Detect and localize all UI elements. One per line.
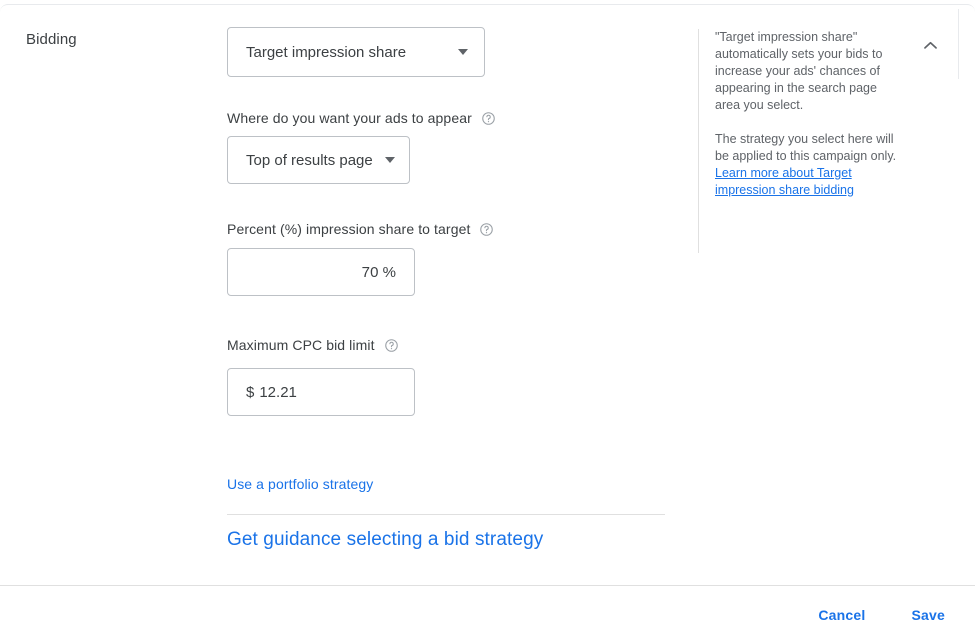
help-circle-icon[interactable] <box>479 222 494 237</box>
cancel-button[interactable]: Cancel <box>810 601 873 629</box>
impression-share-value: 70 <box>362 264 379 281</box>
learn-more-link[interactable]: Learn more about Target impression share… <box>715 165 875 199</box>
bidding-card: Bidding Target impression share Where do… <box>0 4 975 629</box>
ad-location-select[interactable]: Top of results page <box>227 136 410 184</box>
ad-location-label: Where do you want your ads to appear <box>227 110 472 126</box>
bid-strategy-select[interactable]: Target impression share <box>227 27 485 77</box>
footer-actions: Cancel Save <box>810 601 953 629</box>
help-circle-icon[interactable] <box>481 111 496 126</box>
footer-divider <box>0 585 975 586</box>
bid-strategy-value: Target impression share <box>246 44 406 61</box>
max-cpc-value: 12.21 <box>259 384 297 401</box>
info-paragraph-1: "Target impression share" automatically … <box>715 29 900 114</box>
info-paragraph-2: The strategy you select here will be app… <box>715 131 900 165</box>
use-portfolio-strategy-link[interactable]: Use a portfolio strategy <box>227 476 373 492</box>
max-cpc-label-row: Maximum CPC bid limit <box>227 337 399 353</box>
bidding-settings-screen: Bidding Target impression share Where do… <box>0 0 975 629</box>
currency-prefix: $ <box>246 384 254 401</box>
impression-share-input[interactable]: 70 % <box>227 248 415 296</box>
impression-share-label-row: Percent (%) impression share to target <box>227 221 494 237</box>
max-cpc-label: Maximum CPC bid limit <box>227 337 375 353</box>
impression-share-label: Percent (%) impression share to target <box>227 221 470 237</box>
collapse-panel-button[interactable] <box>916 31 944 59</box>
panel-right-edge <box>958 9 959 79</box>
section-divider <box>227 514 665 515</box>
ad-location-label-row: Where do you want your ads to appear <box>227 110 496 126</box>
ad-location-value: Top of results page <box>246 152 373 169</box>
chevron-down-icon <box>385 157 395 163</box>
chevron-down-icon <box>458 49 468 55</box>
page-title: Bidding <box>26 31 77 48</box>
percent-suffix: % <box>383 264 396 281</box>
info-panel-divider <box>698 29 699 253</box>
chevron-up-icon <box>921 36 940 55</box>
max-cpc-input[interactable]: $ 12.21 <box>227 368 415 416</box>
help-circle-icon[interactable] <box>384 338 399 353</box>
get-guidance-link[interactable]: Get guidance selecting a bid strategy <box>227 529 543 551</box>
save-button[interactable]: Save <box>904 601 954 629</box>
info-panel: "Target impression share" automatically … <box>715 29 900 199</box>
